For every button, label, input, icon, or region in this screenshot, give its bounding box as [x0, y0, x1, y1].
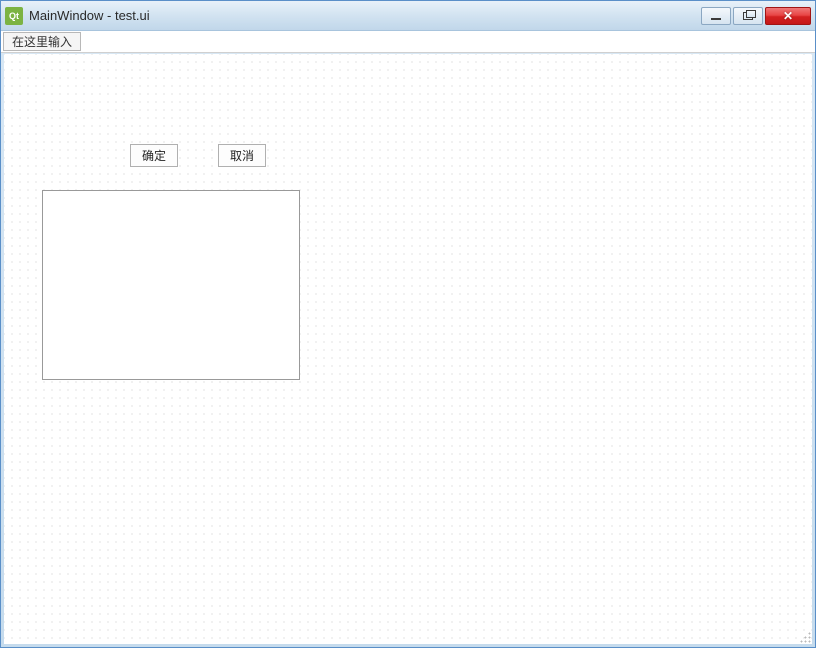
titlebar: Qt MainWindow - test.ui ✕ [1, 1, 815, 31]
minimize-button[interactable] [701, 7, 731, 25]
maximize-button[interactable] [733, 7, 763, 25]
ok-button[interactable]: 确定 [130, 144, 178, 167]
minimize-icon [711, 18, 721, 20]
form-canvas[interactable]: 确定 取消 [4, 54, 812, 644]
close-icon: ✕ [783, 9, 793, 23]
maximize-icon [743, 12, 753, 20]
resize-grip-icon[interactable] [798, 630, 812, 644]
window-title: MainWindow - test.ui [29, 8, 699, 23]
window-controls: ✕ [699, 7, 811, 25]
menubar[interactable]: 在这里输入 [1, 31, 815, 53]
menubar-input-placeholder[interactable]: 在这里输入 [3, 32, 81, 51]
close-button[interactable]: ✕ [765, 7, 811, 25]
designer-window: Qt MainWindow - test.ui ✕ 在这里输入 确定 取消 [0, 0, 816, 648]
qt-logo-icon: Qt [5, 7, 23, 25]
cancel-button[interactable]: 取消 [218, 144, 266, 167]
text-edit[interactable] [42, 190, 300, 380]
